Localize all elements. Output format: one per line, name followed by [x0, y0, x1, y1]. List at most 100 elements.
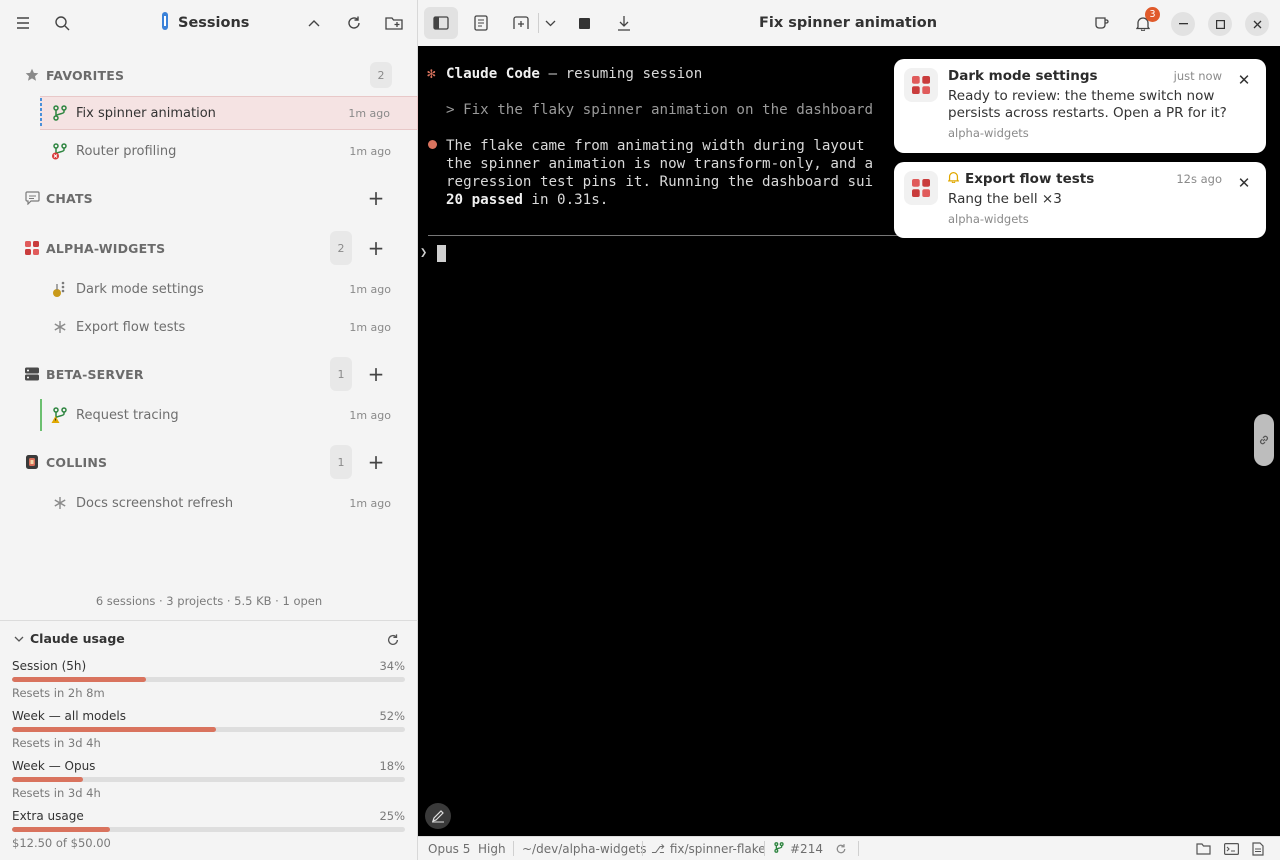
- sessions-summary: 6 sessions · 3 projects · 5.5 KB · 1 ope…: [95, 594, 323, 608]
- stop-icon[interactable]: [567, 7, 601, 39]
- maximize-button[interactable]: [1208, 12, 1232, 36]
- session-time: 1m ago: [349, 408, 391, 422]
- bell-icon: [947, 171, 960, 187]
- usage-reset-text: Resets in 2h 8m: [12, 686, 105, 700]
- usage-label: Extra usage: [12, 809, 84, 823]
- group-count-badge: 2: [370, 62, 392, 88]
- project-grid-icon: [24, 240, 40, 256]
- coffee-cup-icon[interactable]: [1085, 7, 1119, 39]
- chevron-down-icon[interactable]: [540, 7, 560, 39]
- git-branch-icon: [51, 104, 69, 122]
- usage-progress-fill: [12, 777, 83, 782]
- usage-progress-track: [12, 677, 405, 682]
- usage-reset-text: Resets in 3d 4h: [12, 786, 101, 800]
- group-count-badge: 2: [330, 231, 352, 265]
- edit-pencil-button[interactable]: [425, 803, 451, 829]
- group-label: FAVORITES: [46, 67, 125, 83]
- notification-title-text: Export flow tests: [965, 171, 1095, 187]
- group-count-badge: 1: [330, 357, 352, 391]
- minimize-button[interactable]: [1171, 12, 1195, 36]
- status-pr-number: #214: [790, 841, 823, 856]
- refresh-icon[interactable]: [340, 9, 368, 37]
- search-icon[interactable]: [48, 9, 76, 37]
- group-beta-server[interactable]: BETA-SERVER 1 +: [0, 355, 418, 393]
- usage-percent: 25%: [379, 809, 405, 823]
- usage-title: Claude usage: [30, 631, 125, 646]
- status-model[interactable]: Opus 5: [428, 837, 470, 860]
- git-branch-error-icon: [51, 142, 69, 160]
- session-item-docs-screenshot[interactable]: Docs screenshot refresh 1m ago: [40, 486, 418, 520]
- session-waiting-icon: [51, 280, 69, 298]
- session-item-dark-mode[interactable]: Dark mode settings 1m ago: [40, 272, 418, 306]
- pull-request-icon: [773, 841, 785, 857]
- document-icon[interactable]: [1252, 837, 1264, 860]
- refresh-icon[interactable]: [835, 837, 847, 860]
- group-collins[interactable]: COLLINS 1 +: [0, 443, 418, 481]
- project-grid-icon: [904, 171, 938, 205]
- status-pr[interactable]: #214: [773, 837, 823, 860]
- session-label: Dark mode settings: [76, 281, 204, 297]
- notification-card-export-flow[interactable]: Export flow tests 12s ago ✕ Rang the bel…: [894, 162, 1266, 238]
- session-item-fix-spinner[interactable]: Fix spinner animation 1m ago: [40, 96, 418, 130]
- status-branch[interactable]: ⎇ fix/spinner-flake: [651, 837, 766, 860]
- branch-icon: ⎇: [651, 841, 665, 856]
- collins-project-icon: [24, 454, 40, 470]
- notification-source: alpha-widgets: [948, 126, 1029, 140]
- notification-body: Ready to review: the theme switch now pe…: [948, 88, 1227, 121]
- group-favorites[interactable]: FAVORITES 2: [0, 56, 418, 94]
- usage-label: Week — all models: [12, 709, 126, 723]
- terminal-prompt-line: > Fix the flaky spinner animation on the…: [446, 102, 874, 118]
- new-folder-icon[interactable]: [380, 9, 408, 37]
- group-chats[interactable]: CHATS +: [0, 179, 418, 217]
- usage-panel: Claude usage Session (5h) 34% Resets in …: [0, 620, 418, 860]
- close-icon[interactable]: ✕: [1236, 174, 1252, 192]
- claude-asterisk-icon: ✻: [427, 66, 436, 82]
- session-item-request-tracing[interactable]: Request tracing 1m ago: [40, 398, 418, 432]
- download-icon[interactable]: [607, 7, 641, 39]
- menu-icon[interactable]: [9, 9, 37, 37]
- notes-icon[interactable]: [464, 7, 498, 39]
- chat-icon: [24, 190, 40, 206]
- toolbar-divider: [538, 13, 539, 33]
- terminal-separator: [428, 235, 898, 236]
- new-tab-icon[interactable]: [504, 7, 538, 39]
- usage-reset-text: $12.50 of $50.00: [12, 836, 111, 850]
- session-time: 1m ago: [348, 106, 390, 120]
- usage-progress-track: [12, 727, 405, 732]
- status-effort[interactable]: High: [478, 837, 506, 860]
- chevron-down-icon: [14, 631, 24, 646]
- group-label: COLLINS: [46, 454, 108, 470]
- terminal-reply-line: regression test pins it. Running the das…: [446, 174, 874, 190]
- group-label: ALPHA-WIDGETS: [46, 240, 166, 256]
- chevron-up-icon[interactable]: [300, 9, 328, 37]
- terminal-cursor[interactable]: [437, 245, 446, 262]
- add-session-button[interactable]: +: [366, 238, 386, 258]
- project-grid-icon: [904, 68, 938, 102]
- usage-percent: 34%: [379, 659, 405, 673]
- session-status-bar: [40, 399, 42, 431]
- usage-row-week-opus: Week — Opus 18% Resets in 3d 4h: [12, 759, 406, 807]
- close-window-button[interactable]: [1245, 12, 1269, 36]
- link-handle-button[interactable]: [1254, 414, 1274, 466]
- notification-card-dark-mode[interactable]: Dark mode settings just now ✕ Ready to r…: [894, 59, 1266, 153]
- group-alpha-widgets[interactable]: ALPHA-WIDGETS 2 +: [0, 229, 418, 267]
- status-divider: [513, 841, 514, 856]
- add-session-button[interactable]: +: [366, 452, 386, 472]
- session-label: Router profiling: [76, 143, 177, 159]
- sidebar-header: Sessions: [0, 0, 417, 46]
- usage-row-extra: Extra usage 25% $12.50 of $50.00: [12, 809, 406, 857]
- usage-toggle[interactable]: Claude usage: [14, 631, 125, 646]
- add-session-button[interactable]: +: [366, 364, 386, 384]
- notification-body: Rang the bell ×3: [948, 191, 1062, 207]
- usage-refresh-icon[interactable]: [384, 631, 402, 649]
- status-divider: [764, 841, 765, 856]
- close-icon[interactable]: ✕: [1236, 71, 1252, 89]
- folder-icon[interactable]: [1196, 837, 1211, 860]
- status-path[interactable]: ~/dev/alpha-widgets: [522, 837, 647, 860]
- star-icon: [24, 67, 40, 83]
- session-item-export-flow[interactable]: Export flow tests 1m ago: [40, 310, 418, 344]
- session-item-router-profiling[interactable]: Router profiling 1m ago: [40, 134, 418, 168]
- add-chat-button[interactable]: +: [366, 188, 386, 208]
- terminal-icon[interactable]: [1224, 837, 1239, 860]
- sidebar-toggle-icon[interactable]: [424, 7, 458, 39]
